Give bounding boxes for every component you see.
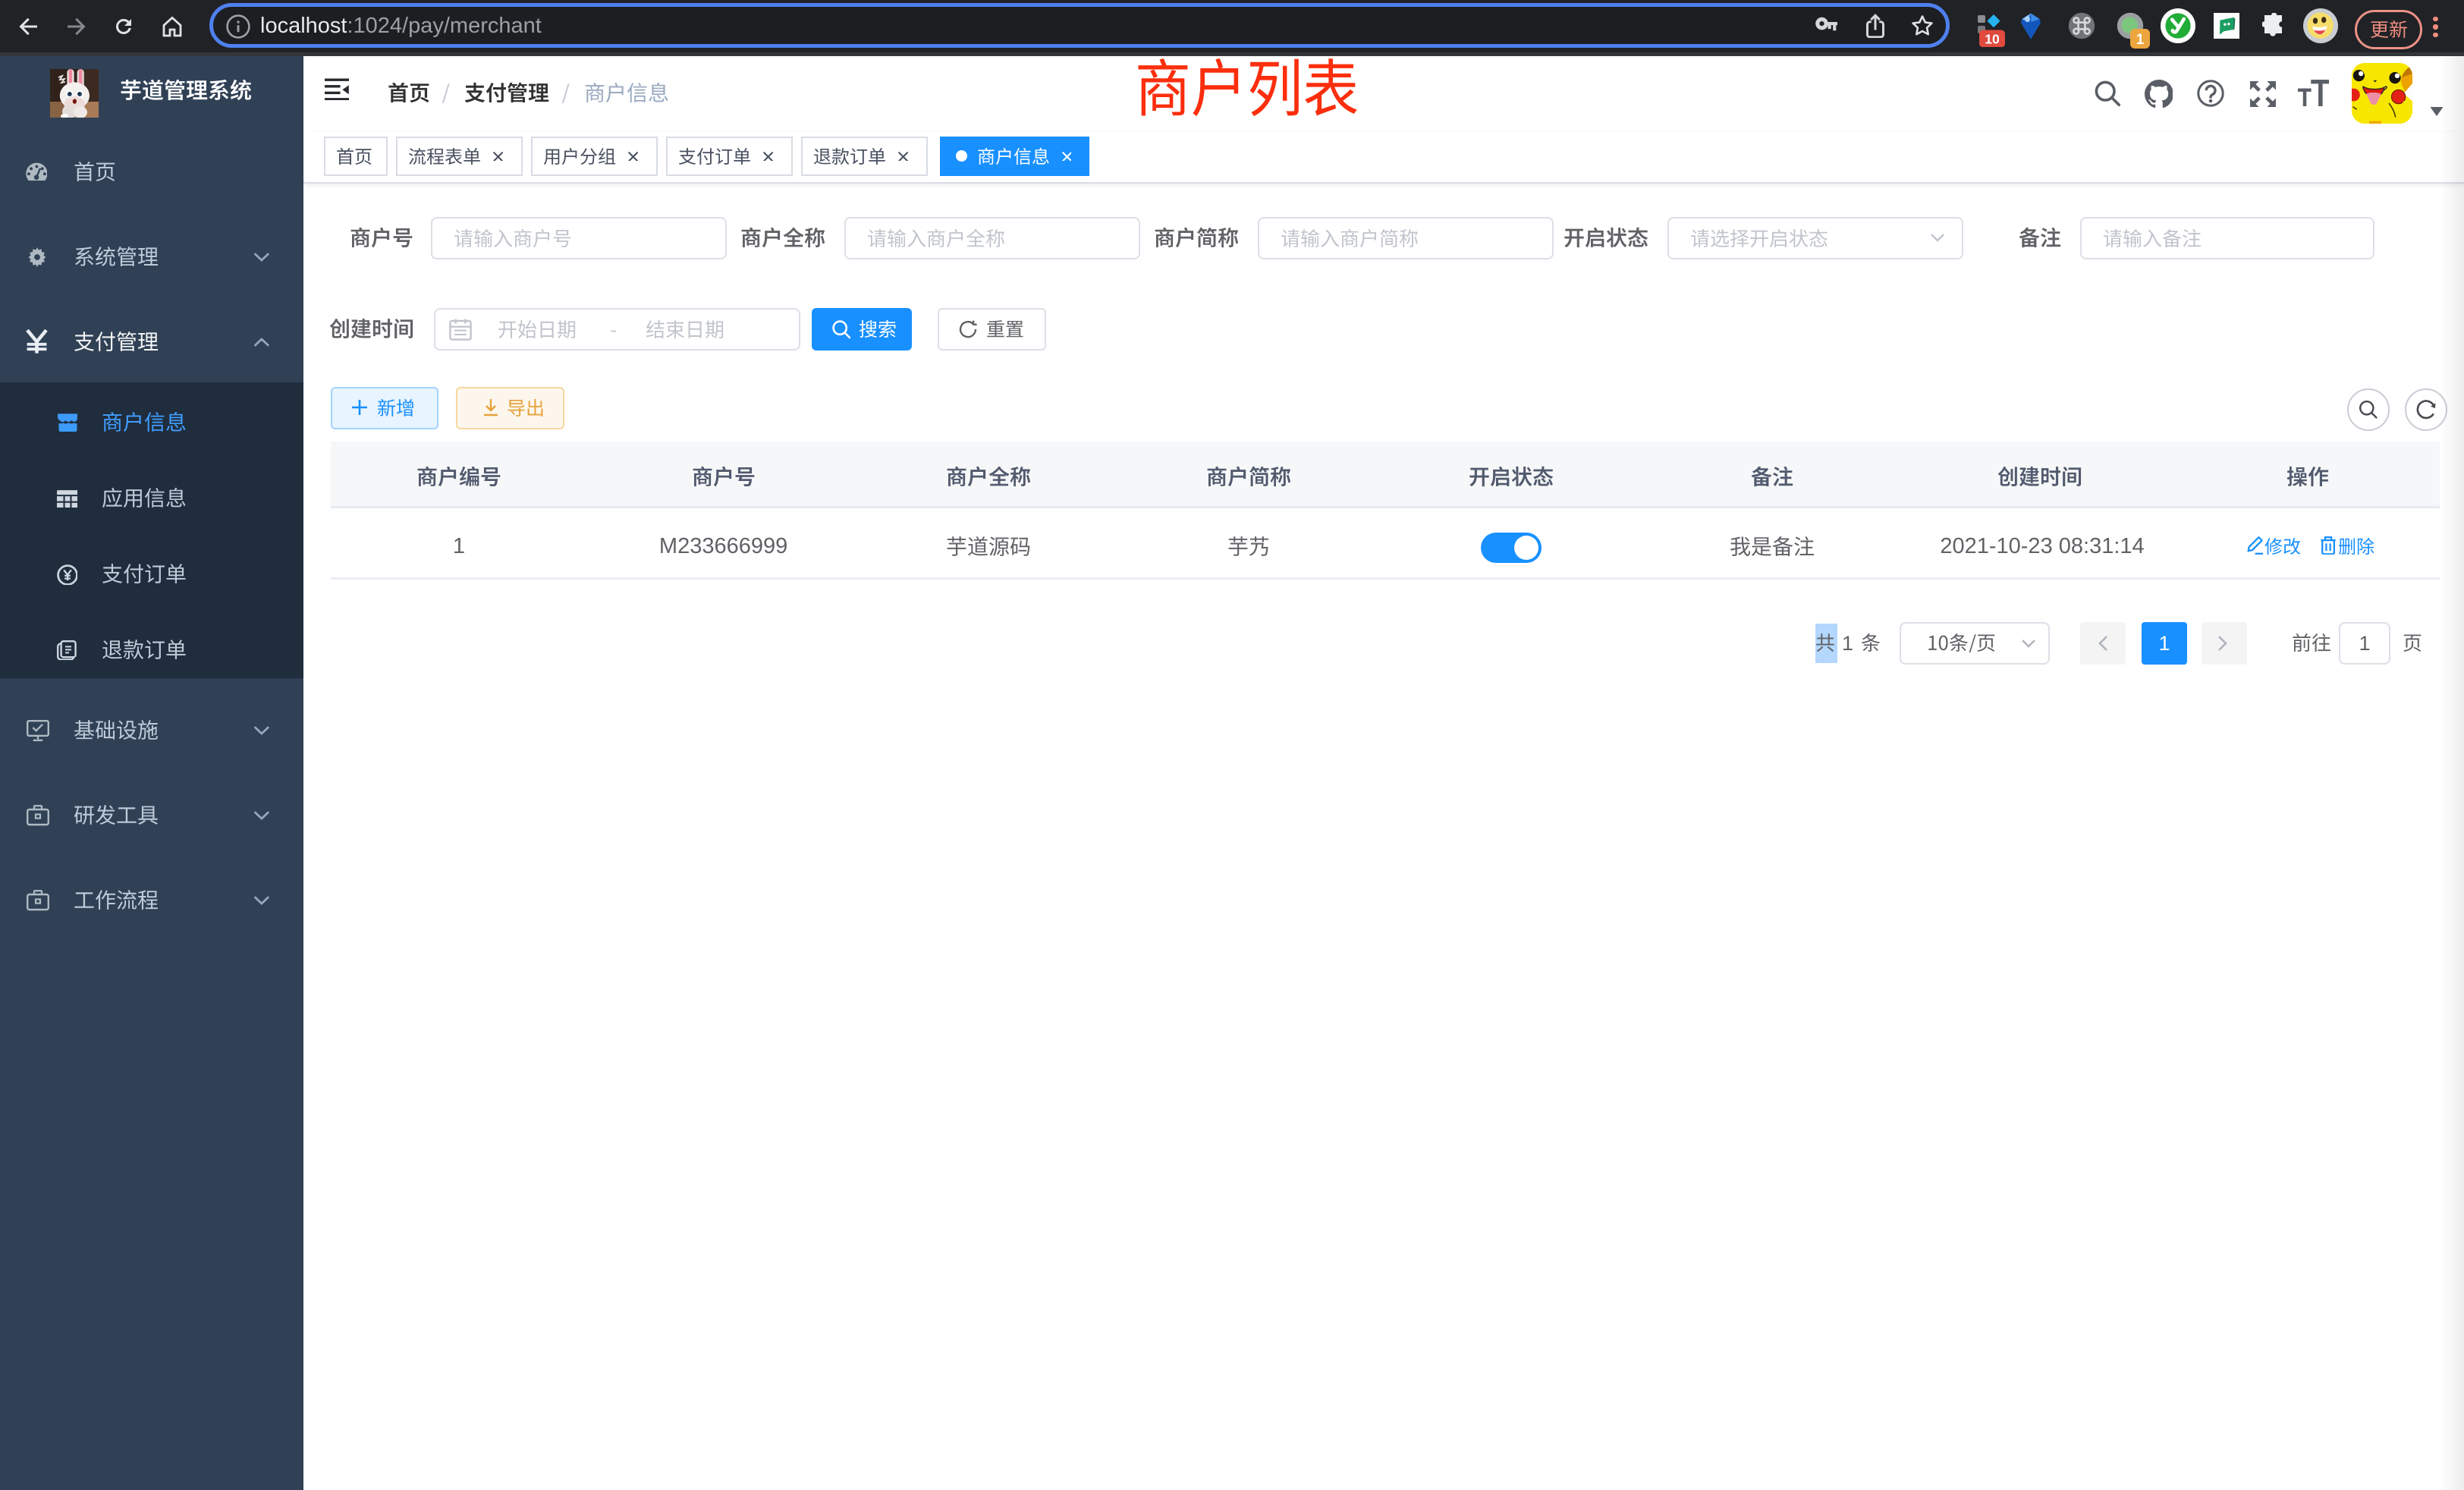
svg-text:1: 1 [2136, 32, 2145, 48]
svg-text:10: 10 [1985, 32, 2000, 47]
